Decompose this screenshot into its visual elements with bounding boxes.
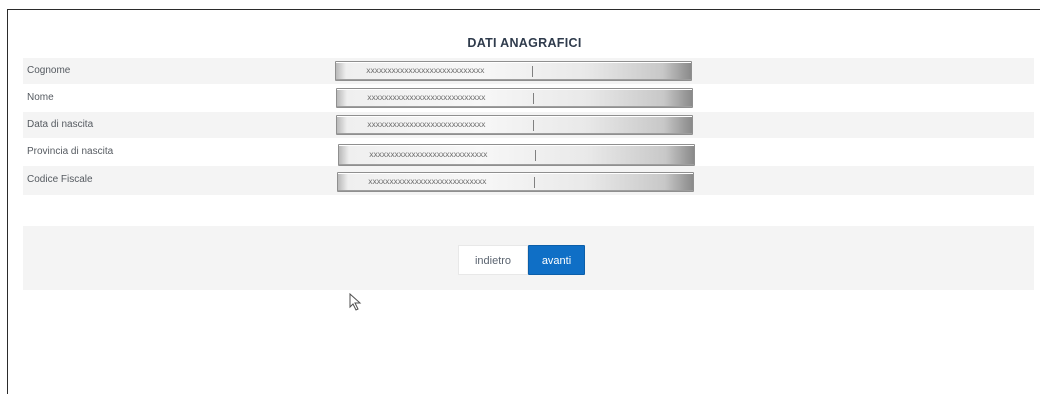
nome-value: xxxxxxxxxxxxxxxxxxxxxxxxxxxx <box>367 93 486 102</box>
form-row-codice-fiscale: Codice Fiscale xxxxxxxxxxxxxxxxxxxxxxxxx… <box>23 166 1034 196</box>
page-title: DATI ANAGRAFICI <box>467 36 582 50</box>
data-nascita-label: Data di nascita <box>27 119 94 130</box>
text-caret <box>533 120 534 131</box>
form-actions: indietro avanti <box>23 226 1034 290</box>
cognome-label: Cognome <box>27 65 71 76</box>
form-row-provincia-nascita: Provincia di nascita xxxxxxxxxxxxxxxxxxx… <box>23 139 1034 166</box>
provincia-nascita-value: xxxxxxxxxxxxxxxxxxxxxxxxxxxx <box>369 150 488 159</box>
codice-fiscale-value: xxxxxxxxxxxxxxxxxxxxxxxxxxxx <box>368 177 487 186</box>
form-row-nome: Nome xxxxxxxxxxxxxxxxxxxxxxxxxxxx <box>23 85 1034 112</box>
text-caret <box>533 93 534 104</box>
nome-label: Nome <box>27 92 54 103</box>
nome-field[interactable]: xxxxxxxxxxxxxxxxxxxxxxxxxxxx <box>336 88 693 108</box>
form-row-cognome: Cognome xxxxxxxxxxxxxxxxxxxxxxxxxxxx <box>23 58 1034 85</box>
cognome-field[interactable]: xxxxxxxxxxxxxxxxxxxxxxxxxxxx <box>335 61 692 81</box>
codice-fiscale-field[interactable]: xxxxxxxxxxxxxxxxxxxxxxxxxxxx <box>337 172 694 192</box>
codice-fiscale-label: Codice Fiscale <box>27 174 93 185</box>
text-caret <box>532 66 533 77</box>
mouse-pointer-icon <box>349 293 362 311</box>
next-button[interactable]: avanti <box>528 245 585 275</box>
data-nascita-field[interactable]: xxxxxxxxxxxxxxxxxxxxxxxxxxxx <box>336 115 693 135</box>
data-nascita-value: xxxxxxxxxxxxxxxxxxxxxxxxxxxx <box>367 120 486 129</box>
provincia-nascita-label: Provincia di nascita <box>27 146 114 157</box>
form-row-data-nascita: Data di nascita xxxxxxxxxxxxxxxxxxxxxxxx… <box>23 112 1034 139</box>
text-caret <box>534 177 535 188</box>
form-container: DATI ANAGRAFICI Cognome xxxxxxxxxxxxxxxx… <box>7 9 1040 394</box>
provincia-nascita-field[interactable]: xxxxxxxxxxxxxxxxxxxxxxxxxxxx <box>338 144 695 166</box>
personal-data-table: Cognome xxxxxxxxxxxxxxxxxxxxxxxxxxxx Nom… <box>23 58 1034 196</box>
back-button[interactable]: indietro <box>458 245 528 275</box>
text-caret <box>535 150 536 161</box>
cognome-value: xxxxxxxxxxxxxxxxxxxxxxxxxxxx <box>366 66 485 75</box>
